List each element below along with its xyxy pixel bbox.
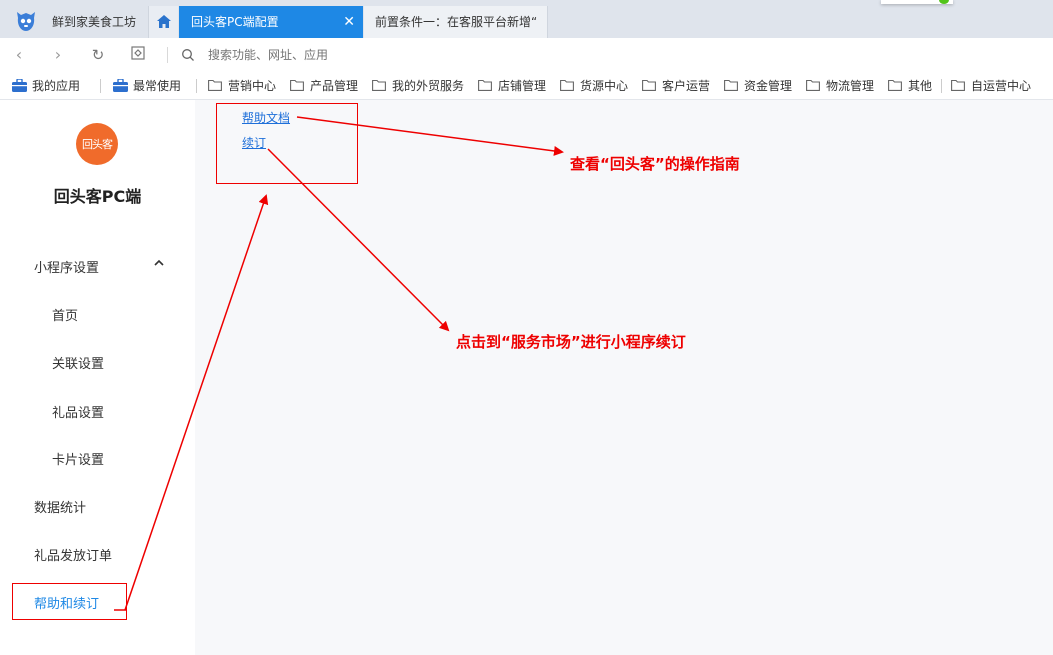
bookmark-label: 产品管理 [310,79,359,93]
annotation-renew-note: 点击到“服务市场”进行小程序续订 [456,333,686,351]
chevron-up-icon[interactable] [154,259,164,266]
folder-icon [290,79,304,91]
tab-prerequisite[interactable]: 前置条件一：在客服平台新增“ [364,6,548,38]
app-logo-icon[interactable] [14,9,38,33]
briefcase-icon [113,79,128,92]
folder-icon [478,79,492,91]
bookmark-label: 营销中心 [228,79,277,93]
bookmark-label: 最常使用 [133,79,182,93]
folder-icon [208,79,222,91]
address-separator [167,47,168,63]
folder-icon [642,79,656,91]
search-icon [182,49,194,61]
address-input[interactable] [208,46,508,64]
sidebar-item-link-settings[interactable]: 关联设置 [52,353,104,372]
bookmarks-bar: 我的应用 最常使用 营销中心 产品管理 我的外贸服务 店铺管理 货源中心 客户运… [0,72,1053,100]
bookmark-label: 我的应用 [32,79,81,93]
sidebar-item-miniprogram-settings[interactable]: 小程序设置 [34,257,99,276]
folder-icon [951,79,965,91]
bookmark-label: 其他 [908,79,933,93]
bookmark-label: 客户运营 [662,79,711,93]
folder-icon [560,79,574,91]
sidebar-title: 回头客PC端 [53,187,142,206]
folder-icon [372,79,386,91]
close-icon[interactable]: ✕ [343,6,355,38]
bookmark-label: 货源中心 [580,79,629,93]
folder-icon [724,79,738,91]
compat-mode-icon[interactable] [129,46,147,64]
browser-tab-bar: 鲜到家美食工坊 回头客PC端配置 ✕ 前置条件一：在客服平台新增“ [0,0,1053,38]
reload-icon[interactable]: ↻ [89,46,107,64]
address-bar: ‹ › ↻ [0,38,1053,72]
tab-home[interactable] [148,6,178,38]
sidebar-item-gift-orders[interactable]: 礼品发放订单 [34,545,112,564]
folder-icon [888,79,902,91]
bookmark-separator [196,79,197,93]
bookmark-label: 我的外贸服务 [392,79,465,93]
sidebar-item-gift-settings[interactable]: 礼品设置 [52,402,104,421]
bookmark-label: 店铺管理 [498,79,547,93]
app-avatar-text: 回头客 [82,138,113,151]
annotation-help-note: 查看“回头客”的操作指南 [570,155,740,173]
sidebar-item-home[interactable]: 首页 [52,305,78,324]
bookmark-separator [941,79,942,93]
bookmark-label: 物流管理 [826,79,875,93]
home-icon [157,15,171,28]
bookmark-label: 资金管理 [744,79,793,93]
app-avatar: 回头客 [76,123,118,165]
bookmark-separator [100,79,101,93]
forward-icon[interactable]: › [49,46,67,64]
tab-active[interactable]: 回头客PC端配置 ✕ [179,6,363,38]
annotation-box-help-menu [12,583,127,620]
sidebar-item-statistics[interactable]: 数据统计 [34,497,86,516]
folder-icon [806,79,820,91]
back-icon[interactable]: ‹ [10,46,28,64]
sidebar: 回头客 回头客PC端 小程序设置 首页 关联设置 礼品设置 卡片设置 数据统计 … [0,100,195,655]
tab-store[interactable]: 鲜到家美食工坊 [52,6,148,38]
annotation-box-links [216,103,358,184]
bookmark-label: 自运营中心 [971,79,1032,93]
tab-active-label: 回头客PC端配置 [191,15,279,29]
briefcase-icon [12,79,27,92]
sidebar-item-card-settings[interactable]: 卡片设置 [52,449,104,468]
